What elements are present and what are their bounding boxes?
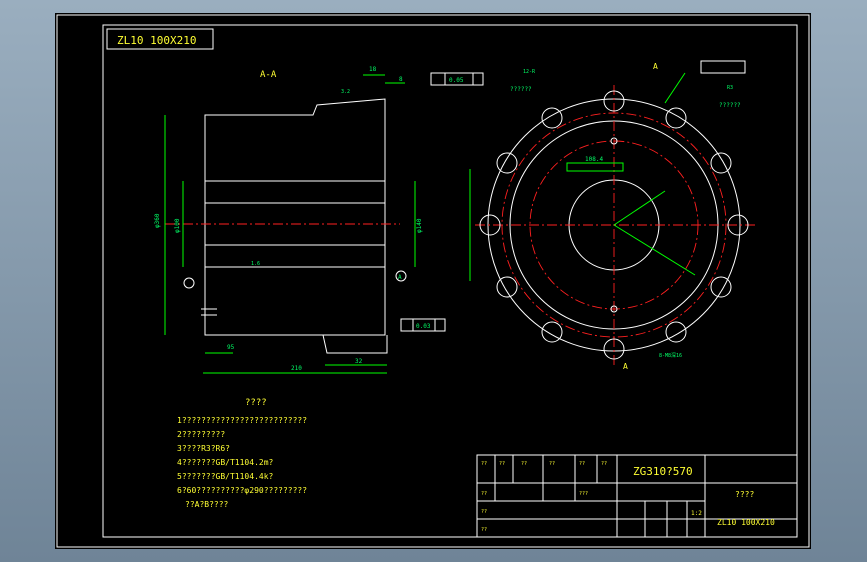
section-upper-hatch — [204, 98, 386, 182]
tb-cell-5: ?? — [601, 461, 607, 467]
section-mark-top: A — [653, 62, 658, 71]
leader-front — [664, 72, 686, 104]
dim-top-2: 8 — [399, 76, 403, 83]
dia-outer: φ360 — [154, 213, 161, 228]
tol-frame-front — [700, 60, 746, 74]
note-groove: 12-R — [523, 69, 536, 75]
callout-2: ?????? — [719, 102, 741, 109]
tol-runout: 0.05 — [449, 77, 464, 84]
title-box-text: ZL10 100X210 — [117, 34, 196, 47]
section-mark-bottom: A — [623, 362, 628, 371]
dim-r: R3 — [727, 85, 733, 91]
dim-top-1: 18 — [369, 66, 377, 73]
dim-bottom: 210 — [291, 365, 302, 372]
tb-material: ZG310?570 — [633, 465, 693, 478]
note-line-2: 2????????? — [177, 430, 225, 439]
tb-scale: 1:2 — [691, 510, 702, 517]
roughness-1: 1.6 — [251, 261, 260, 267]
tb-cell-7: ?? — [481, 509, 487, 515]
outer-border — [56, 14, 810, 548]
tb-cell-3: ?? — [549, 461, 555, 467]
tb-name: ???? — [735, 490, 754, 499]
dia-hub: φ140 — [416, 218, 423, 233]
keyway-dim-box — [566, 162, 624, 172]
tb-cell-6: ?? — [481, 491, 487, 497]
drawing-sheet[interactable]: ZL10 100X210 A-A 210 95 32 18 8 φ360 φ10… — [55, 13, 811, 549]
datum-circle-left — [183, 277, 195, 289]
tol-flat: 0.03 — [416, 323, 431, 330]
dim-left: 95 — [227, 344, 235, 351]
tb-cell-0: ?? — [481, 461, 487, 467]
notes-heading: ???? — [245, 398, 267, 408]
roughness-2: 3.2 — [341, 89, 350, 95]
note-holes: 8-M8深16 — [659, 352, 682, 359]
leader-bolt — [613, 224, 696, 276]
datum-label: A — [398, 274, 402, 281]
note-line-3: 3????R3?R6? — [177, 444, 230, 453]
note-line-6: 6?60??????????φ290????????? — [177, 486, 307, 495]
leader-bore — [613, 190, 666, 226]
tb-cell-8: ??? — [579, 491, 588, 497]
note-line-5: 5???????GB/T1104.4k? — [177, 472, 274, 481]
note-line-1: 1?????????????????????????? — [177, 416, 307, 425]
dim-right: 32 — [355, 358, 363, 365]
section-lower-hatch — [204, 266, 386, 336]
tb-cell-9: ?? — [481, 527, 487, 533]
dia-bore: φ100 — [174, 218, 181, 233]
note-line-7: ??A?B???? — [185, 500, 229, 509]
dim-keyway: 108.4 — [585, 156, 603, 163]
tb-cell-4: ?? — [579, 461, 585, 467]
tb-drawing-no: ZL10 100X210 — [717, 518, 775, 527]
tb-cell-2: ?? — [521, 461, 527, 467]
tb-cell-1: ?? — [499, 461, 505, 467]
section-label: A-A — [260, 70, 277, 80]
callout-1: ?????? — [510, 86, 532, 93]
drawing-svg: ZL10 100X210 A-A 210 95 32 18 8 φ360 φ10… — [56, 14, 810, 548]
note-line-4: 4???????GB/T1104.2m? — [177, 458, 274, 467]
hub-step — [322, 334, 388, 354]
